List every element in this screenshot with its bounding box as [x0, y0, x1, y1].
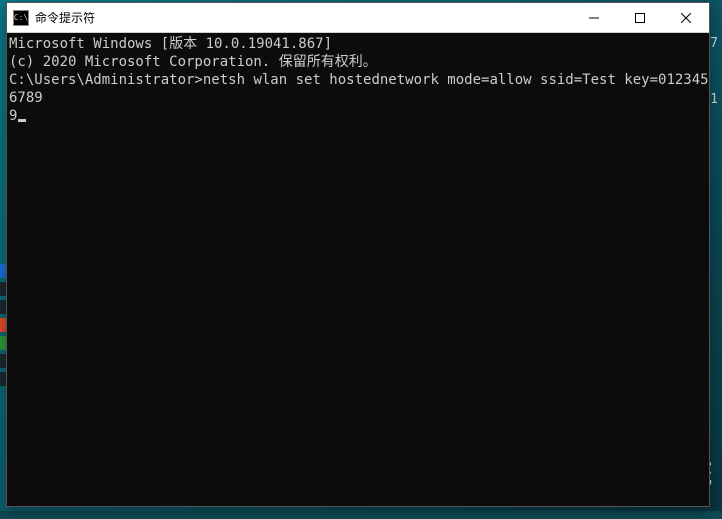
window-title: 命令提示符 — [35, 9, 95, 26]
terminal-line: Microsoft Windows [版本 10.0.19041.867] — [9, 35, 709, 53]
minimize-icon — [589, 13, 599, 23]
maximize-button[interactable] — [617, 3, 663, 32]
minimize-button[interactable] — [571, 3, 617, 32]
close-button[interactable] — [663, 3, 709, 32]
cmd-window: C:\ 命令提示符 Microsoft Windows [版本 10.0.190… — [6, 2, 710, 507]
prompt-text: C:\Users\Administrator> — [9, 72, 203, 88]
terminal-prompt-line: C:\Users\Administrator>netsh wlan set ho… — [9, 71, 709, 107]
terminal-line: (c) 2020 Microsoft Corporation. 保留所有权利。 — [9, 53, 709, 71]
background-digit: 1 — [710, 92, 718, 107]
window-controls — [571, 3, 709, 32]
background-digit: 7 — [710, 36, 718, 51]
terminal-line: 9 — [9, 107, 709, 125]
close-icon — [681, 13, 691, 23]
terminal-area[interactable]: Microsoft Windows [版本 10.0.19041.867](c)… — [7, 33, 709, 506]
maximize-icon — [635, 13, 645, 23]
titlebar[interactable]: C:\ 命令提示符 — [7, 3, 709, 33]
cursor — [18, 119, 26, 122]
cmd-icon: C:\ — [13, 10, 29, 26]
